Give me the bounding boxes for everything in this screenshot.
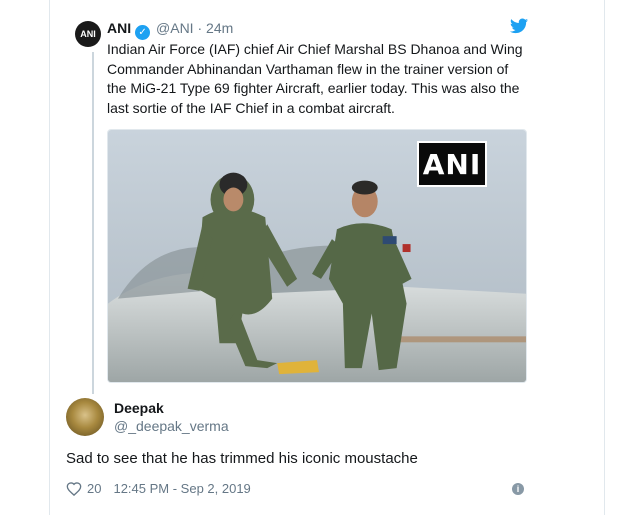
author-handle[interactable]: @ANI bbox=[156, 20, 194, 36]
separator: · bbox=[197, 20, 203, 36]
quoted-tweet-text: Indian Air Force (IAF) chief Air Chief M… bbox=[107, 41, 523, 116]
like-count[interactable]: 20 bbox=[87, 481, 101, 496]
info-icon[interactable]: i bbox=[512, 483, 524, 495]
ani-avatar[interactable]: ANI bbox=[75, 21, 101, 47]
reply-text: Sad to see that he has trimmed his iconi… bbox=[66, 450, 418, 467]
quoted-tweet-header: ANI ✓ @ANI · 24m bbox=[107, 20, 233, 40]
author-name[interactable]: ANI bbox=[107, 20, 131, 36]
reply-timestamp[interactable]: 12:45 PM - Sep 2, 2019 bbox=[113, 481, 250, 496]
thread-line bbox=[92, 52, 94, 394]
ani-watermark: ANI bbox=[417, 141, 487, 187]
verified-badge-icon: ✓ bbox=[135, 25, 151, 40]
reply-author-handle[interactable]: @_deepak_verma bbox=[114, 418, 229, 434]
reply-avatar[interactable] bbox=[66, 398, 104, 436]
twitter-bird-icon[interactable] bbox=[510, 18, 528, 34]
reply-meta: 20 12:45 PM - Sep 2, 2019 bbox=[66, 481, 251, 496]
reply-author-name[interactable]: Deepak bbox=[114, 400, 164, 416]
tweet-time[interactable]: 24m bbox=[206, 20, 233, 36]
avatar-label: ANI bbox=[80, 29, 96, 39]
heart-icon[interactable] bbox=[66, 481, 82, 496]
